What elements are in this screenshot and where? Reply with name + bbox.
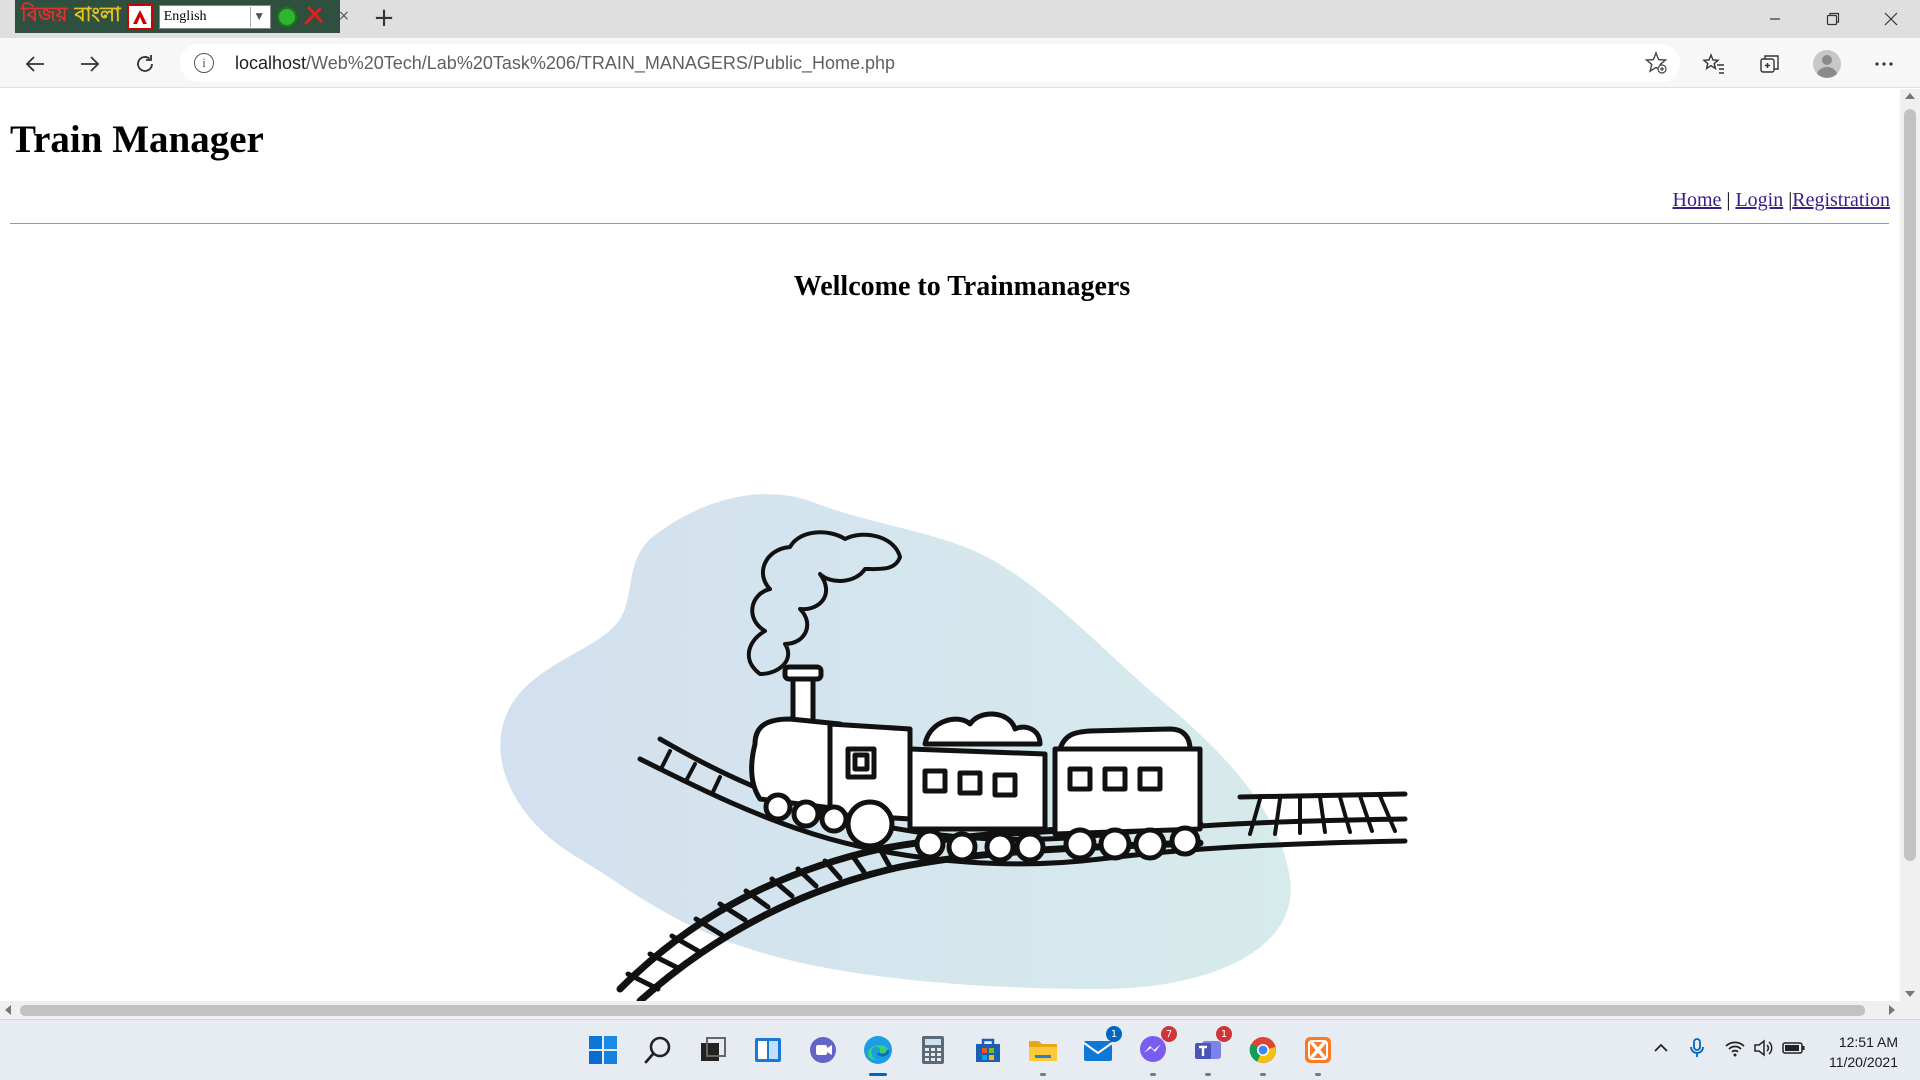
- url-host: localhost: [235, 53, 307, 73]
- horizontal-scroll-thumb[interactable]: [20, 1005, 1865, 1016]
- collections-button[interactable]: [1753, 47, 1787, 81]
- scrollbar-corner: [1900, 1001, 1920, 1019]
- address-bar[interactable]: i localhost/Web%20Tech/Lab%20Task%206/TR…: [180, 44, 1680, 82]
- widgets-icon[interactable]: [750, 1032, 786, 1068]
- microphone-icon[interactable]: [1683, 1034, 1711, 1062]
- messenger-icon[interactable]: 7: [1135, 1026, 1177, 1076]
- nav-separator: |: [1721, 189, 1736, 211]
- running-indicator: [1150, 1073, 1156, 1076]
- start-icon[interactable]: [585, 1032, 621, 1068]
- site-info-icon[interactable]: i: [194, 53, 214, 73]
- browser-toolbar: i localhost/Web%20Tech/Lab%20Task%206/TR…: [0, 38, 1920, 88]
- bijoy-logo[interactable]: বিজয় বাংলা: [21, 0, 121, 33]
- browser-title-bar: বিজয় বাংলা English ▼ × +: [0, 0, 1920, 38]
- collections-icon: [1760, 55, 1779, 73]
- vertical-scrollbar[interactable]: [1900, 89, 1920, 1001]
- horizontal-scrollbar[interactable]: [0, 1001, 1900, 1019]
- running-indicator: [1260, 1073, 1266, 1076]
- teams-icon[interactable]: 1: [1190, 1026, 1232, 1076]
- settings-menu-button[interactable]: [1867, 47, 1901, 81]
- more-options-icon: [1875, 62, 1893, 66]
- mail-icon[interactable]: 1: [1080, 1026, 1122, 1068]
- calculator-icon[interactable]: [915, 1032, 951, 1068]
- tab-close-icon[interactable]: ×: [338, 8, 350, 24]
- vertical-scroll-thumb[interactable]: [1904, 109, 1916, 861]
- store-icon[interactable]: [970, 1032, 1006, 1068]
- clock-date: 11/20/2021: [1828, 1054, 1898, 1070]
- arrow-left-icon: [25, 56, 44, 72]
- window-controls: [1746, 0, 1920, 38]
- teams-badge: 1: [1216, 1026, 1232, 1042]
- nav-registration-link[interactable]: Registration: [1792, 189, 1890, 211]
- red-tools-icon[interactable]: [303, 4, 325, 30]
- scroll-right-icon[interactable]: [1889, 1005, 1895, 1015]
- xampp-icon[interactable]: [1300, 1032, 1336, 1076]
- welcome-heading: Wellcome to Trainmanagers: [793, 271, 1131, 302]
- adobe-pdf-icon[interactable]: [126, 3, 153, 30]
- green-globe-icon[interactable]: [276, 6, 297, 27]
- url-path: /Web%20Tech/Lab%20Task%206/TRAIN_MANAGER…: [306, 53, 896, 73]
- minimize-button[interactable]: [1746, 0, 1804, 38]
- back-button[interactable]: [18, 47, 52, 81]
- site-title: Train Manager: [10, 118, 264, 161]
- chevron-down-icon: ▼: [249, 6, 268, 27]
- search-icon[interactable]: [640, 1032, 676, 1068]
- language-select-value: English: [163, 8, 207, 24]
- language-select[interactable]: English ▼: [158, 4, 271, 29]
- chrome-icon[interactable]: [1245, 1032, 1281, 1076]
- page-viewport: Train Manager Home | Login |Registration…: [0, 89, 1900, 1001]
- bijoy-extension-bar: বিজয় বাংলা English ▼: [15, 0, 340, 33]
- mail-badge: 1: [1106, 1026, 1122, 1042]
- running-indicator: [1315, 1073, 1321, 1076]
- new-tab-button[interactable]: +: [368, 2, 400, 34]
- nav-login-link[interactable]: Login: [1735, 189, 1783, 211]
- show-hidden-icons-button[interactable]: [1647, 1034, 1675, 1062]
- refresh-button[interactable]: [128, 47, 162, 81]
- nav-separator: |: [1783, 189, 1793, 211]
- url-text[interactable]: localhost/Web%20Tech/Lab%20Task%206/TRAI…: [235, 53, 895, 74]
- system-clock[interactable]: 12:51 AM 11/20/2021: [1829, 1032, 1898, 1072]
- task-view-icon[interactable]: [695, 1032, 731, 1068]
- teams-chat-icon[interactable]: [805, 1032, 841, 1068]
- refresh-icon: [137, 55, 153, 72]
- scroll-down-icon[interactable]: [1905, 991, 1915, 997]
- scroll-up-icon[interactable]: [1905, 93, 1915, 99]
- taskbar: 1 7 1 12:51 AM 11/20/2021: [0, 1019, 1920, 1080]
- favorites-button[interactable]: [1697, 47, 1731, 81]
- favorites-icon: [1702, 53, 1724, 74]
- close-window-button[interactable]: [1862, 0, 1920, 38]
- wifi-icon[interactable]: [1721, 1034, 1749, 1062]
- avatar: [1813, 50, 1841, 78]
- passenger-wagon: [1052, 726, 1203, 861]
- nav-home-link[interactable]: Home: [1673, 189, 1722, 211]
- bijoy-logo-part1: বিজয়: [21, 2, 68, 26]
- edge-icon[interactable]: [860, 1032, 896, 1076]
- messenger-badge: 7: [1161, 1026, 1177, 1042]
- header-divider: [10, 223, 1889, 224]
- top-nav: Home | Login |Registration: [1673, 189, 1890, 212]
- volume-icon[interactable]: [1750, 1034, 1778, 1062]
- add-favorite-icon[interactable]: [1644, 51, 1668, 75]
- active-indicator: [869, 1073, 887, 1076]
- chevron-up-icon: [1654, 1043, 1668, 1052]
- running-indicator: [1040, 1073, 1046, 1076]
- profile-button[interactable]: [1810, 47, 1844, 81]
- battery-icon[interactable]: [1780, 1034, 1808, 1062]
- scroll-left-icon[interactable]: [5, 1005, 11, 1015]
- forward-button[interactable]: [73, 47, 107, 81]
- train-illustration: [500, 494, 1408, 1001]
- clock-time: 12:51 AM: [1838, 1034, 1898, 1050]
- arrow-right-icon: [81, 56, 100, 72]
- restore-button[interactable]: [1804, 0, 1862, 38]
- file-explorer-icon[interactable]: [1025, 1032, 1061, 1076]
- running-indicator: [1205, 1073, 1211, 1076]
- bijoy-logo-part2: বাংলা: [67, 2, 121, 26]
